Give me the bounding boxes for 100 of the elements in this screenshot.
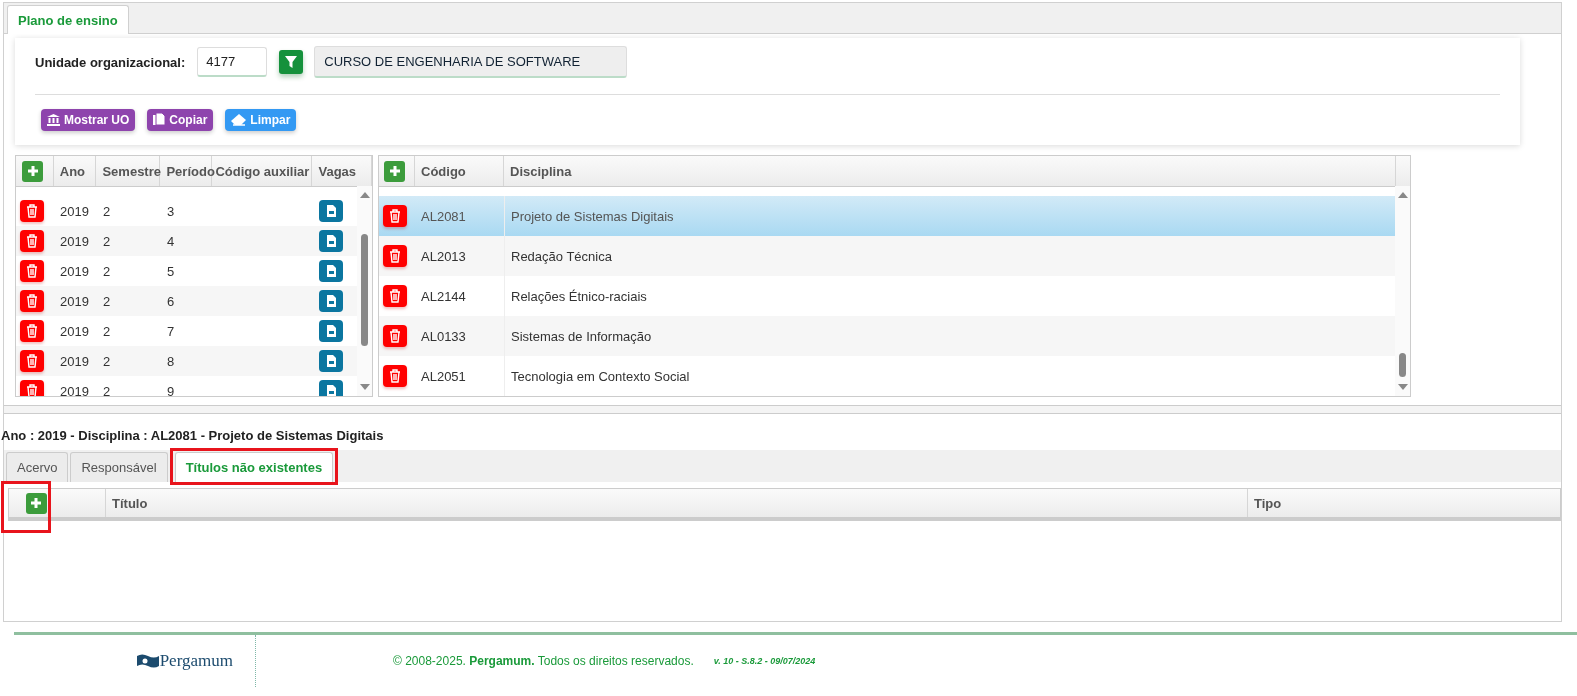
table-cell-text: 2019 bbox=[59, 232, 90, 251]
table-cell-text: AL0133 bbox=[420, 327, 467, 346]
table-row[interactable]: AL2081 Projeto de Sistemas Digitais bbox=[379, 196, 1396, 236]
table-cell: Sistemas de Informação bbox=[504, 316, 1380, 356]
table-cell-text: 5 bbox=[166, 262, 176, 281]
delete-button[interactable] bbox=[20, 290, 44, 312]
document-icon bbox=[325, 204, 337, 218]
add-button[interactable] bbox=[384, 160, 405, 182]
document-icon bbox=[325, 264, 337, 278]
tab[interactable]: Plano de ensino bbox=[7, 5, 129, 34]
delete-button[interactable] bbox=[383, 205, 407, 227]
table-cell-text: 2 bbox=[102, 382, 112, 396]
delete-button[interactable] bbox=[20, 230, 44, 252]
plus-icon bbox=[26, 165, 39, 177]
table-cell-text: AL2081 bbox=[420, 207, 467, 226]
trash-icon bbox=[26, 324, 38, 338]
version-text: v. 10 - S.8.2 - 09/07/2024 bbox=[713, 656, 816, 666]
tab[interactable]: Responsável bbox=[70, 452, 168, 482]
delete-button[interactable] bbox=[20, 350, 44, 372]
table-cell-text: 2 bbox=[102, 262, 112, 281]
scrollbar[interactable] bbox=[1395, 186, 1410, 396]
copyright-text: © 2008-2025. Pergamum. Todos os direitos reservados. bbox=[393, 654, 694, 668]
table-cell-text: 2019 bbox=[59, 322, 90, 341]
delete-button[interactable] bbox=[20, 380, 44, 396]
action-button[interactable]: Mostrar UO bbox=[41, 109, 136, 131]
delete-button[interactable] bbox=[20, 260, 44, 282]
delete-button[interactable] bbox=[383, 245, 407, 267]
delete-button[interactable] bbox=[20, 320, 44, 342]
logo-text: Pergamum bbox=[159, 651, 233, 671]
table-cell-text: 2019 bbox=[59, 202, 90, 221]
vacancies-button[interactable] bbox=[319, 230, 343, 252]
table-cell-text: AL2051 bbox=[420, 367, 467, 386]
document-icon bbox=[325, 354, 337, 368]
column-header: Semestre bbox=[96, 156, 161, 186]
table-cell: Redação Técnica bbox=[504, 236, 1380, 276]
copy-icon bbox=[153, 113, 166, 127]
trash-icon bbox=[26, 234, 38, 248]
delete-button[interactable] bbox=[20, 200, 44, 222]
delete-button[interactable] bbox=[383, 285, 407, 307]
table-cell-text: 3 bbox=[166, 202, 176, 221]
vacancies-button[interactable] bbox=[319, 380, 343, 396]
table-cell-text: AL2144 bbox=[420, 287, 467, 306]
add-button[interactable] bbox=[22, 160, 43, 182]
table-cell-text: 6 bbox=[166, 292, 176, 311]
table-cell-text: 2019 bbox=[59, 382, 90, 396]
trash-icon bbox=[389, 369, 401, 383]
trash-icon bbox=[26, 264, 38, 278]
table-row[interactable]: AL2013 Redação Técnica bbox=[379, 236, 1396, 276]
document-icon bbox=[325, 294, 337, 308]
unit-code-field[interactable]: 4177 bbox=[197, 47, 268, 77]
trash-icon bbox=[389, 209, 401, 223]
table-cell-text: 8 bbox=[166, 352, 176, 371]
table-cell: Tecnologia em Contexto Social bbox=[504, 356, 1380, 396]
delete-button[interactable] bbox=[383, 365, 407, 387]
column-header: Título bbox=[106, 489, 1248, 517]
table-cell-text: 2019 bbox=[59, 352, 90, 371]
table-cell-text: 2 bbox=[102, 232, 112, 251]
tab[interactable]: Títulos não existentes bbox=[174, 452, 334, 482]
vacancies-button[interactable] bbox=[319, 320, 343, 342]
eraser-icon bbox=[231, 114, 247, 126]
vacancies-button[interactable] bbox=[319, 260, 343, 282]
action-button[interactable]: Copiar bbox=[147, 109, 214, 131]
column-header: Código bbox=[415, 156, 504, 186]
field-label: Unidade organizacional: bbox=[35, 54, 186, 70]
filter-icon bbox=[285, 55, 298, 69]
trash-icon bbox=[389, 249, 401, 263]
table-row[interactable]: AL0133 Sistemas de Informação bbox=[379, 316, 1396, 356]
add-button[interactable] bbox=[25, 492, 47, 514]
table-cell-text: 2 bbox=[102, 202, 112, 221]
column-header: Período bbox=[160, 156, 213, 186]
vacancies-button[interactable] bbox=[319, 290, 343, 312]
vacancies-button[interactable] bbox=[319, 350, 343, 372]
trash-icon bbox=[26, 204, 38, 218]
column-header: Disciplina bbox=[504, 156, 1396, 186]
trash-icon bbox=[26, 294, 38, 308]
scroll-logo-icon bbox=[135, 654, 160, 668]
table-cell-text: 9 bbox=[166, 382, 176, 396]
vacancies-button[interactable] bbox=[319, 200, 343, 222]
column-header: Ano bbox=[53, 156, 97, 186]
trash-icon bbox=[389, 329, 401, 343]
detail-title: Ano : 2019 - Disciplina : AL2081 - Projeto de Sistemas Digitais bbox=[1, 428, 385, 444]
table-cell-text: 2 bbox=[102, 352, 112, 371]
table-cell-text: AL2013 bbox=[420, 247, 467, 266]
table-cell-text: 2 bbox=[102, 322, 112, 341]
table-cell-text: 4 bbox=[166, 232, 176, 251]
table-row[interactable]: AL2051 Tecnologia em Contexto Social bbox=[379, 356, 1396, 396]
tab[interactable]: Acervo bbox=[6, 452, 69, 482]
unit-name-field: CURSO DE ENGENHARIA DE SOFTWARE bbox=[314, 46, 628, 78]
scrollbar[interactable] bbox=[357, 186, 372, 396]
delete-button[interactable] bbox=[383, 325, 407, 347]
table-cell-text: 7 bbox=[166, 322, 176, 341]
document-icon bbox=[325, 234, 337, 248]
filter-button[interactable] bbox=[279, 50, 304, 74]
trash-icon bbox=[389, 289, 401, 303]
plus-icon bbox=[388, 165, 401, 177]
trash-icon bbox=[26, 354, 38, 368]
table-cell-text: 2019 bbox=[59, 262, 90, 281]
table-cell-text: 2 bbox=[102, 292, 112, 311]
bank-icon bbox=[47, 114, 60, 126]
document-icon bbox=[325, 324, 337, 338]
